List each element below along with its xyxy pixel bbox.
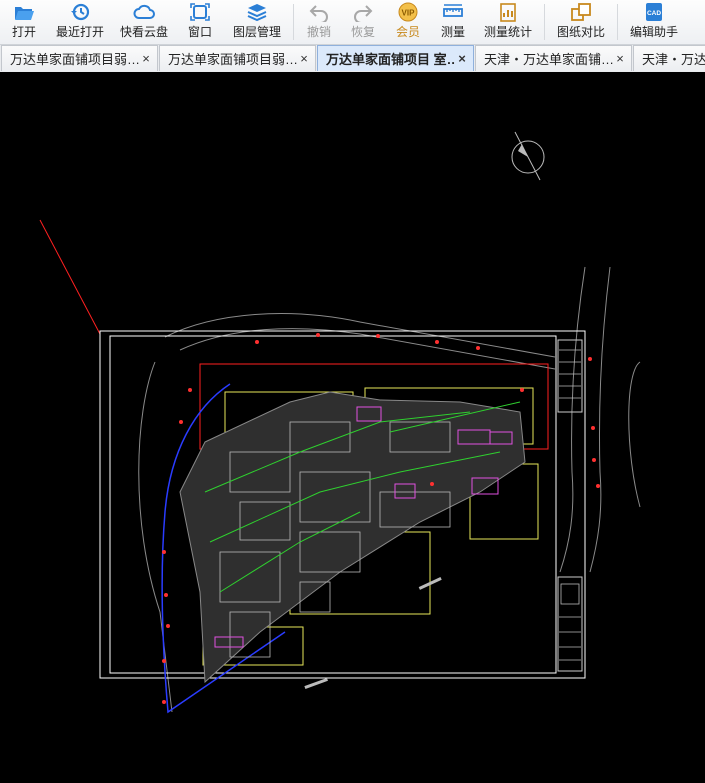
toolbar-separator bbox=[544, 4, 545, 40]
close-icon[interactable]: × bbox=[613, 51, 627, 66]
cloud-label: 快看云盘 bbox=[119, 25, 168, 39]
document-tab[interactable]: 万达单家面铺项目弱… × bbox=[1, 45, 158, 71]
redo-button[interactable]: 恢复 bbox=[341, 0, 385, 44]
ruler-icon bbox=[443, 4, 463, 17]
measure-label: 测量 bbox=[440, 25, 465, 39]
recent-button[interactable]: 最近打开 bbox=[48, 0, 112, 44]
measure-stats-icon bbox=[500, 3, 516, 22]
open-button[interactable]: 打开 bbox=[0, 0, 48, 44]
tab-title: 天津・万达… bbox=[642, 52, 705, 67]
red-construction-line bbox=[39, 219, 101, 335]
tab-title: 万达单家面铺项目弱… bbox=[168, 52, 297, 67]
redo-label: 恢复 bbox=[350, 25, 375, 39]
redo-icon bbox=[354, 5, 373, 22]
undo-label: 撤销 bbox=[306, 25, 331, 39]
measure-stats-label: 测量统计 bbox=[483, 25, 532, 39]
tab-title: 万达单家面铺项目弱… bbox=[10, 52, 139, 67]
main-toolbar: 打开 最近打开 快看云盘 窗口 图层管理 撤销 恢复 VIP 会员 测量 测量统… bbox=[0, 0, 705, 45]
title-block-details bbox=[559, 349, 581, 661]
window-icon bbox=[190, 3, 210, 21]
svg-text:CAD: CAD bbox=[647, 10, 661, 17]
north-arrow-icon bbox=[511, 131, 545, 181]
cad-drawing bbox=[39, 131, 641, 714]
document-tab[interactable]: 天津・万达… bbox=[633, 45, 705, 71]
measure-stats-button[interactable]: 测量统计 bbox=[475, 0, 541, 44]
close-icon[interactable]: × bbox=[297, 51, 311, 66]
site-plan-area bbox=[179, 391, 526, 684]
document-tabs: 万达单家面铺项目弱… × 万达单家面铺项目弱… × 万达单家面铺项目 室… × … bbox=[0, 45, 705, 73]
toolbar-separator bbox=[293, 4, 294, 40]
window-button[interactable]: 窗口 bbox=[176, 0, 224, 44]
compare-icon bbox=[571, 3, 591, 21]
layers-icon bbox=[247, 4, 267, 22]
open-label: 打开 bbox=[11, 25, 36, 39]
close-icon[interactable]: × bbox=[455, 51, 469, 66]
tab-title: 万达单家面铺项目 室… bbox=[326, 52, 455, 67]
cloud-button[interactable]: 快看云盘 bbox=[112, 0, 176, 44]
vip-button[interactable]: VIP 会员 bbox=[385, 0, 431, 44]
tab-title: 天津・万达单家面铺… bbox=[484, 52, 613, 67]
toolbar-separator bbox=[617, 4, 618, 40]
window-label: 窗口 bbox=[187, 25, 212, 39]
history-icon bbox=[71, 3, 90, 21]
document-tab[interactable]: 万达单家面铺项目弱… × bbox=[159, 45, 316, 71]
svg-text:VIP: VIP bbox=[402, 9, 416, 18]
vip-label: 会员 bbox=[395, 25, 420, 39]
document-tab[interactable]: 天津・万达单家面铺… × bbox=[475, 45, 632, 71]
undo-icon bbox=[309, 5, 328, 22]
edit-helper-button[interactable]: CAD 编辑助手 bbox=[621, 0, 687, 44]
drawing-canvas[interactable] bbox=[0, 72, 705, 783]
layers-label: 图层管理 bbox=[232, 25, 281, 39]
cloud-icon bbox=[133, 4, 155, 19]
document-tab-active[interactable]: 万达单家面铺项目 室… × bbox=[317, 45, 474, 71]
recent-label: 最近打开 bbox=[55, 25, 104, 39]
compare-label: 图纸对比 bbox=[556, 25, 605, 39]
edit-helper-label: 编辑助手 bbox=[629, 25, 678, 39]
undo-button[interactable]: 撤销 bbox=[297, 0, 341, 44]
vip-icon: VIP bbox=[398, 2, 418, 22]
layers-button[interactable]: 图层管理 bbox=[224, 0, 290, 44]
close-icon[interactable]: × bbox=[139, 51, 153, 66]
edit-helper-icon: CAD bbox=[646, 3, 662, 21]
compare-button[interactable]: 图纸对比 bbox=[548, 0, 614, 44]
road-labels bbox=[304, 577, 442, 689]
folder-open-icon bbox=[15, 7, 34, 20]
measure-button[interactable]: 测量 bbox=[431, 0, 475, 44]
